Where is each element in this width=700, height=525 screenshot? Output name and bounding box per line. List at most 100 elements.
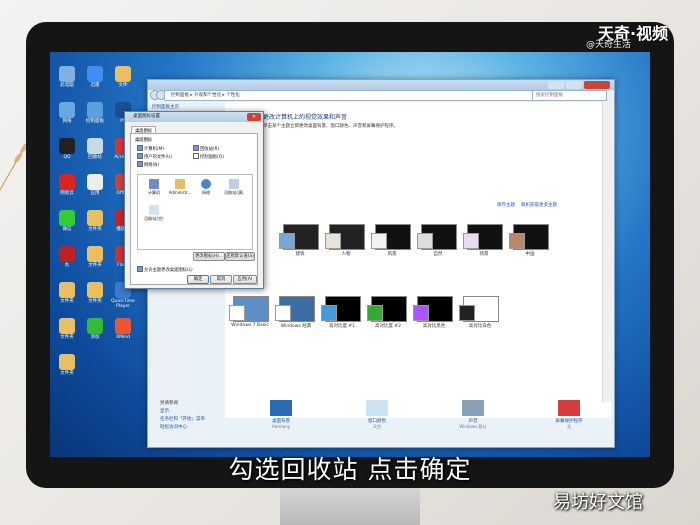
desktop-icon-label: 文件夹 (88, 263, 102, 268)
desktop-icon[interactable]: 文件夹 (82, 246, 108, 268)
dialog-close-button[interactable]: ✕ (247, 113, 261, 121)
search-input[interactable]: 搜索控制面板 (532, 90, 607, 101)
theme-thumbnail[interactable] (413, 296, 453, 322)
preview-network-icon[interactable]: 网络 (194, 179, 218, 195)
theme-preview-window (321, 305, 337, 321)
setting-value: 无 (567, 424, 571, 429)
checkbox-computer[interactable]: 计算机(M) (137, 145, 164, 152)
desktop-icon-label: 文件夹 (60, 335, 74, 340)
cancel-button[interactable]: 取消 (210, 275, 232, 284)
desktop-icon-label: 文件夹 (60, 299, 74, 304)
desktop-icon[interactable]: 网易云 (54, 174, 80, 196)
bottom-setting-item[interactable]: 窗口颜色 天空 (357, 400, 397, 430)
ok-button[interactable]: 确定 (187, 275, 209, 284)
preview-computer-icon[interactable]: 计算机 (142, 179, 166, 195)
folder-icon (87, 246, 103, 262)
theme-thumbnail[interactable] (463, 224, 503, 250)
desktop-icon[interactable]: 文件夹 (82, 282, 108, 304)
folder-icon (59, 318, 75, 334)
theme-thumbnail[interactable] (279, 224, 319, 250)
address-bar[interactable]: 控制面板 ▸ 外观和个性化 ▸ 个性化 (164, 90, 552, 101)
checkbox-user-files[interactable]: 用户的文件(U) (137, 153, 172, 160)
theme-label: 中国 (525, 252, 535, 257)
bottom-setting-item[interactable]: 桌面背景 Harmony (261, 400, 301, 429)
theme-thumbnail[interactable] (229, 296, 269, 322)
preview-recycle-empty-icon[interactable]: 回收站(空) (142, 205, 166, 221)
preview-recycle-full-icon[interactable]: 回收站(满) (222, 179, 246, 195)
desktop-icon-label: QQ (63, 155, 71, 160)
desktop-icon[interactable]: 文件 (110, 66, 136, 88)
minimize-button[interactable] (548, 81, 564, 89)
window-titlebar[interactable] (148, 80, 614, 90)
desktop-icon-label: XMind (116, 335, 130, 340)
theme-thumbnail[interactable] (275, 296, 315, 322)
desktop-icon[interactable]: 文件夹 (54, 354, 80, 376)
change-icon-button[interactable]: 更改图标(H)... (193, 252, 225, 261)
recycle-bin-icon (87, 138, 103, 154)
theme-preview-window (275, 305, 291, 321)
desktop-icon[interactable]: 文件夹 (54, 318, 80, 340)
see-also-access-link[interactable]: 轻松访问中心 (160, 424, 222, 432)
desktop-icon[interactable]: 文件夹 (54, 282, 80, 304)
allow-themes-checkbox[interactable]: 允许主题更改桌面图标(L) (137, 266, 193, 273)
theme-thumbnail[interactable] (325, 224, 365, 250)
desktop-icon-label: 文件 (118, 83, 128, 88)
theme-preview-window (325, 233, 341, 249)
theme-thumbnail[interactable] (367, 296, 407, 322)
theme-thumbnail[interactable] (321, 296, 361, 322)
desktop-icon-label: 文件夹 (60, 371, 74, 376)
monitor-stand (280, 488, 420, 525)
checkbox-network[interactable]: 网络(N) (137, 161, 159, 168)
thunder-icon (87, 66, 103, 82)
bottom-setting-item[interactable]: 屏幕保护程序无 (549, 400, 589, 430)
desktop-icon[interactable]: 回收站 (82, 138, 108, 160)
setting-value: Harmony (271, 424, 291, 429)
theme-preview-window (459, 305, 475, 321)
checkbox-recycle-bin[interactable]: 回收站(R) (193, 145, 219, 152)
desktop-icon[interactable]: 文件夹 (82, 210, 108, 232)
qq-icon (59, 138, 75, 154)
setting-icon (558, 400, 580, 416)
maximize-button[interactable] (566, 81, 582, 89)
see-also-display-link[interactable]: 显示 (160, 408, 222, 416)
app-icon (87, 174, 103, 190)
desktop-icon[interactable]: 微信 (54, 210, 80, 232)
close-button[interactable] (584, 81, 610, 89)
desktop-icon-label: 网易云 (60, 191, 74, 196)
desktop-icon[interactable]: 控制面板 (82, 102, 108, 124)
setting-icon (270, 400, 292, 416)
desktop-icon[interactable]: 网络 (54, 102, 80, 124)
theme-thumbnail[interactable] (417, 224, 457, 250)
theme-label: 高对比黑色 (422, 324, 446, 329)
desktop-icon[interactable]: 应用 (82, 174, 108, 196)
control-panel-icon (87, 102, 103, 118)
see-also-taskbar-link[interactable]: 任务栏和「开始」菜单 (160, 416, 222, 424)
apply-button[interactable]: 应用(A) (233, 275, 257, 284)
save-theme-link[interactable]: 保存主题 (497, 202, 515, 208)
checkbox-control-panel[interactable]: 控制面板(O) (193, 153, 224, 160)
desktop-icon-label: 文件夹 (88, 227, 102, 232)
preview-user-icon[interactable]: Administr... (168, 179, 192, 195)
theme-label: 高对比白色 (468, 324, 492, 329)
theme-thumbnail[interactable] (509, 224, 549, 250)
theme-scroll-track[interactable] (602, 102, 612, 402)
desktop-icon[interactable]: 迅雷 (82, 66, 108, 88)
theme-label: 建筑 (295, 252, 305, 257)
theme-thumbnail[interactable] (459, 296, 499, 322)
theme-preview-window (279, 233, 295, 249)
theme-preview-window (509, 233, 525, 249)
bottom-setting-item[interactable]: 声音 Windows 默认 (453, 400, 493, 430)
desktop-icon[interactable]: 丸 (54, 246, 80, 268)
preview-network-label: 网络 (202, 190, 210, 195)
desktop-icon-label: 微信 (62, 227, 72, 232)
theme-thumbnail[interactable] (371, 224, 411, 250)
dialog-titlebar[interactable]: 桌面图标设置 (125, 112, 263, 122)
nav-home-link[interactable]: 控制面板主页 (152, 104, 222, 110)
desktop-icon[interactable]: QQ (54, 138, 80, 160)
desktop-icon[interactable]: XMind (110, 318, 136, 340)
desktop-icon[interactable]: 此电脑 (54, 66, 80, 88)
theme-preview-window (371, 233, 387, 249)
desktop-icon[interactable]: 添加 (82, 318, 108, 340)
restore-default-button[interactable]: 还原默认值(S) (225, 252, 255, 261)
online-themes-link[interactable]: 联机获取更多主题 (521, 202, 557, 208)
